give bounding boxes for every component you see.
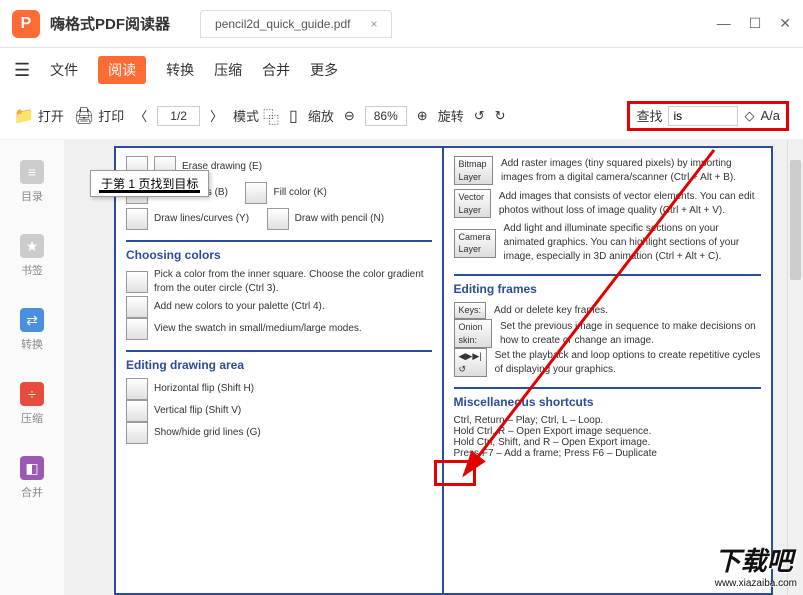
tool-icon — [245, 182, 267, 204]
rotate-ccw-button[interactable]: ↺ — [474, 108, 485, 124]
sidebar-item-convert[interactable]: ⇄转换 — [20, 308, 44, 352]
sidebar: ≡目录 ★书签 ⇄转换 ÷压缩 ◧合并 — [0, 140, 64, 595]
tool-icon — [126, 271, 148, 293]
bookmark-icon: ★ — [20, 234, 44, 258]
tool-icon — [126, 400, 148, 422]
find-case-toggle[interactable]: A/a — [760, 108, 780, 123]
rotate-cw-button[interactable]: ↻ — [495, 108, 506, 124]
sidebar-item-merge[interactable]: ◧合并 — [20, 456, 44, 500]
menubar: ☰ 文件 阅读 转换 压缩 合并 更多 — [0, 48, 803, 92]
window-controls: — ☐ ✕ — [717, 15, 791, 32]
tool-icon — [126, 296, 148, 318]
section-heading: Miscellaneous shortcuts — [454, 395, 762, 409]
tab-close-icon[interactable]: × — [370, 17, 377, 31]
app-name: 嗨格式PDF阅读器 — [50, 13, 170, 34]
tool-icon — [126, 318, 148, 340]
mode-button[interactable]: 模式⿻ — [233, 104, 279, 128]
section-heading: Editing frames — [454, 282, 762, 296]
print-button[interactable]: 🖨打印 — [74, 106, 124, 126]
zoom-out-button[interactable]: ⊖ — [344, 108, 355, 124]
merge-icon: ◧ — [20, 456, 44, 480]
sidebar-item-toc[interactable]: ≡目录 — [20, 160, 44, 204]
layer-badge: Vector Layer — [454, 189, 491, 218]
maximize-button[interactable]: ☐ — [749, 15, 762, 32]
menu-convert[interactable]: 转换 — [166, 60, 194, 80]
folder-icon: 📁 — [14, 106, 34, 126]
menu-more[interactable]: 更多 — [310, 60, 338, 80]
scrollbar-thumb[interactable] — [790, 160, 801, 280]
tab-filename: pencil2d_quick_guide.pdf — [215, 17, 350, 31]
sidebar-item-compress[interactable]: ÷压缩 — [20, 382, 44, 426]
sidebar-item-bookmark[interactable]: ★书签 — [20, 234, 44, 278]
menu-merge[interactable]: 合并 — [262, 60, 290, 80]
page-single-icon[interactable]: ▯ — [289, 106, 298, 126]
vertical-scrollbar[interactable] — [787, 140, 803, 595]
find-label: 查找 — [636, 106, 662, 125]
app-logo: P — [12, 10, 40, 38]
convert-icon: ⇄ — [20, 308, 44, 332]
zoom-value[interactable]: 86% — [365, 106, 407, 126]
find-stepper-icon[interactable]: ◇ — [744, 108, 754, 124]
hamburger-icon[interactable]: ☰ — [14, 60, 30, 81]
tool-icon — [267, 208, 289, 230]
layer-badge: Bitmap Layer — [454, 156, 493, 185]
zoom-in-button[interactable]: ⊕ — [417, 108, 428, 124]
onion-badge: Onion skin: — [454, 319, 493, 348]
menu-file[interactable]: 文件 — [50, 60, 78, 80]
titlebar: P 嗨格式PDF阅读器 pencil2d_quick_guide.pdf × —… — [0, 0, 803, 48]
page-mode-icon: ⿻ — [263, 104, 279, 128]
find-panel: 查找 ◇ A/a — [627, 101, 789, 131]
layer-badge: Camera Layer — [454, 229, 496, 258]
menu-read[interactable]: 阅读 — [98, 56, 146, 84]
tool-icon — [126, 208, 148, 230]
section-heading: Editing drawing area — [126, 358, 432, 372]
document-viewport[interactable]: Erase drawing (E) Paint strokes (B) Fill… — [64, 140, 803, 595]
tool-icon — [126, 422, 148, 444]
prev-page-button[interactable]: 〈 — [134, 106, 147, 125]
next-page-button[interactable]: 〉 — [210, 106, 223, 125]
playback-badge: ◀▶▶|↺ — [454, 348, 487, 377]
find-input[interactable] — [668, 106, 738, 126]
menu-compress[interactable]: 压缩 — [214, 60, 242, 80]
printer-icon: 🖨 — [74, 106, 94, 126]
close-button[interactable]: ✕ — [779, 15, 791, 32]
compress-icon: ÷ — [20, 382, 44, 406]
zoom-label: 缩放 — [308, 106, 334, 125]
keys-badge: Keys: — [454, 302, 487, 319]
pdf-left-column: Erase drawing (E) Paint strokes (B) Fill… — [116, 148, 444, 593]
toolbar: 📁打开 🖨打印 〈 1/2 〉 模式⿻ ▯ 缩放 ⊖ 86% ⊕ 旋转 ↺ ↻ … — [0, 92, 803, 140]
watermark: 下载吧 www.xiazaiba.com — [715, 541, 797, 589]
tool-icon — [126, 378, 148, 400]
document-tab[interactable]: pencil2d_quick_guide.pdf × — [200, 10, 392, 38]
toc-icon: ≡ — [20, 160, 44, 184]
page-indicator[interactable]: 1/2 — [157, 106, 200, 126]
minimize-button[interactable]: — — [717, 15, 731, 32]
find-result-tooltip: 于第 1 页找到目标 — [90, 170, 209, 197]
pdf-page: Erase drawing (E) Paint strokes (B) Fill… — [114, 146, 773, 595]
open-button[interactable]: 📁打开 — [14, 106, 64, 126]
section-heading: Choosing colors — [126, 248, 432, 262]
pdf-right-column: Bitmap LayerAdd raster images (tiny squa… — [444, 148, 772, 593]
rotate-label: 旋转 — [438, 106, 464, 125]
